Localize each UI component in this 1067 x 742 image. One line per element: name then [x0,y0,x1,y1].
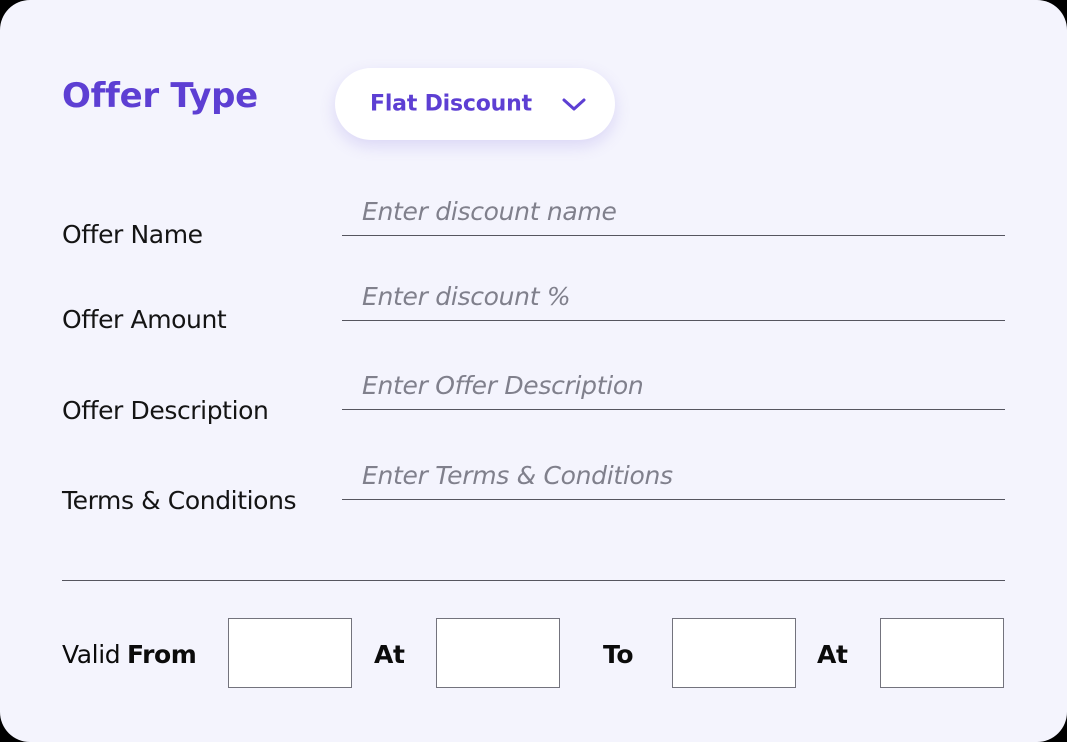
valid-to-time-input[interactable] [880,618,1004,688]
form-row-terms-conditions: Terms & Conditions [0,454,1067,544]
form-row-offer-name: Offer Name [0,190,1067,280]
terms-conditions-input[interactable] [342,460,1005,500]
label-offer-description: Offer Description [62,396,269,425]
validity-label-from: From [127,640,197,669]
validity-label-to: To [603,640,634,669]
offer-amount-input[interactable] [342,281,1005,321]
section-divider [62,580,1005,581]
label-offer-name: Offer Name [62,220,203,249]
label-offer-amount: Offer Amount [62,305,227,334]
offer-form-card: Offer Type Flat Discount Offer Name Offe… [0,0,1067,742]
valid-from-date-input[interactable] [228,618,352,688]
valid-to-date-input[interactable] [672,618,796,688]
form-row-offer-amount: Offer Amount [0,275,1067,365]
validity-label-at-2: At [817,640,848,669]
validity-row: Valid From At To At [0,618,1067,694]
offer-name-input[interactable] [342,196,1005,236]
validity-label-at-1: At [374,640,405,669]
offer-description-input[interactable] [342,370,1005,410]
label-terms-conditions: Terms & Conditions [62,486,297,515]
valid-from-time-input[interactable] [436,618,560,688]
form-row-offer-description: Offer Description [0,364,1067,454]
validity-label-valid: Valid [62,640,121,669]
